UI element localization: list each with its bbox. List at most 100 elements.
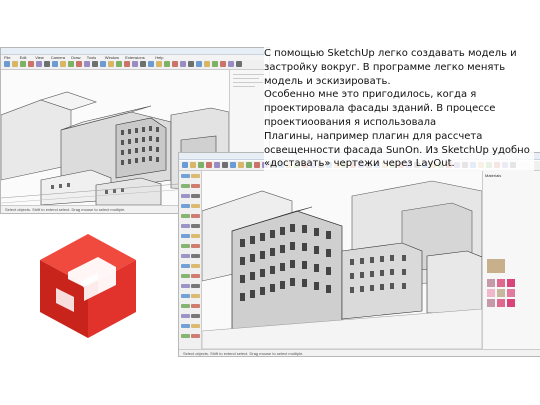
material-swatch[interactable] [497,299,505,307]
toolbar-tool-icon[interactable] [204,61,210,67]
toolbar-tool-icon[interactable] [116,61,122,67]
tray-panel-lines [233,78,259,79]
vertical-tool-icon[interactable] [191,204,200,208]
toolbar-tool-icon[interactable] [52,61,58,67]
toolbar-tool-icon[interactable] [156,61,162,67]
status-text: Select objects. Shift to extend select. … [183,351,304,356]
toolbar-tool-icon[interactable] [206,162,212,168]
toolbar-tool-icon[interactable] [254,162,260,168]
vertical-tool-icon[interactable] [191,334,200,338]
vertical-tool-icon[interactable] [191,194,200,198]
vertical-tool-icon[interactable] [191,184,200,188]
toolbar-tool-icon[interactable] [220,61,226,67]
vertical-tool-icon[interactable] [181,324,190,328]
tray-panel-lines [233,82,263,83]
model-viewport[interactable] [202,171,482,349]
vertical-tool-icon[interactable] [191,304,200,308]
toolbar-tool-icon[interactable] [238,162,244,168]
material-swatch[interactable] [487,289,495,297]
vertical-tool-icon[interactable] [191,174,200,178]
material-preview [487,259,505,273]
vertical-tool-icon[interactable] [191,214,200,218]
paragraph-plugins: Плагины, например плагин для рассчета ос… [264,130,530,170]
toolbar-tool-icon[interactable] [140,61,146,67]
toolbar-tool-icon[interactable] [124,61,130,67]
vertical-tool-icon[interactable] [181,254,190,258]
toolbar-tool-icon[interactable] [196,61,202,67]
toolbar-tool-icon[interactable] [148,61,154,67]
toolbar-tool-icon[interactable] [236,61,242,67]
tray-panel-lines [233,74,267,75]
vertical-tool-icon[interactable] [191,264,200,268]
vertical-tool-icon[interactable] [181,234,190,238]
vertical-tool-icon[interactable] [181,294,190,298]
description-text: С помощью SketchUp легко создавать модел… [264,47,534,172]
tray-title: Materials [485,173,502,178]
toolbar-tool-icon[interactable] [230,162,236,168]
toolbar-tool-icon[interactable] [172,61,178,67]
vertical-tool-icon[interactable] [191,234,200,238]
vertical-tool-icon[interactable] [181,334,190,338]
toolbar-tool-icon[interactable] [132,61,138,67]
vertical-tool-icon[interactable] [191,314,200,318]
material-swatch[interactable] [507,279,515,287]
toolbar-tool-icon[interactable] [84,61,90,67]
vertical-tool-icon[interactable] [181,274,190,278]
toolbar-tool-icon[interactable] [28,61,34,67]
toolbar-tool-icon[interactable] [60,61,66,67]
toolbar-tool-icon[interactable] [76,61,82,67]
toolbar-tool-icon[interactable] [190,162,196,168]
vertical-tool-icon[interactable] [191,294,200,298]
material-swatch[interactable] [507,299,515,307]
toolbar-tool-icon[interactable] [228,61,234,67]
toolbar-tool-icon[interactable] [246,162,252,168]
vertical-tool-icon[interactable] [181,304,190,308]
material-swatch[interactable] [487,279,495,287]
vertical-tool-icon[interactable] [181,184,190,188]
toolbar [1,60,269,70]
vertical-tool-icon[interactable] [191,244,200,248]
toolbar-tool-icon[interactable] [4,61,10,67]
material-swatch[interactable] [507,289,515,297]
toolbar-tool-icon[interactable] [214,162,220,168]
toolbar-tool-icon[interactable] [20,61,26,67]
vertical-tool-icon[interactable] [181,174,190,178]
status-text: Select objects. Shift to extend select. … [5,207,126,212]
toolbar-tool-icon[interactable] [212,61,218,67]
toolbar-tool-icon[interactable] [44,61,50,67]
vertical-tool-icon[interactable] [181,314,190,318]
toolbar-tool-icon[interactable] [92,61,98,67]
vertical-tool-icon[interactable] [181,204,190,208]
vertical-tool-icon[interactable] [181,194,190,198]
vertical-tool-icon[interactable] [191,254,200,258]
toolbar-tool-icon[interactable] [36,61,42,67]
vertical-tool-icon[interactable] [191,324,200,328]
vertical-tool-icon[interactable] [191,224,200,228]
paragraph-facades: Особенно мне это пригодилось, когда я пр… [264,89,496,128]
toolbar-tool-icon[interactable] [164,61,170,67]
material-swatch[interactable] [497,279,505,287]
vertical-tool-icon[interactable] [191,284,200,288]
tray-panel-lines [233,86,255,87]
toolbar-tool-icon[interactable] [188,61,194,67]
toolbar-tool-icon[interactable] [12,61,18,67]
vertical-tool-icon[interactable] [181,224,190,228]
material-swatch[interactable] [487,299,495,307]
paragraph-intro: С помощью SketchUp легко создавать модел… [264,48,517,87]
material-swatch[interactable] [497,289,505,297]
vertical-tool-icon[interactable] [181,214,190,218]
vertical-tool-icon[interactable] [191,274,200,278]
toolbar-tool-icon[interactable] [222,162,228,168]
vertical-tool-icon[interactable] [181,244,190,248]
toolbar-tool-icon[interactable] [198,162,204,168]
vertical-tool-icon[interactable] [181,264,190,268]
toolbar-tool-icon[interactable] [108,61,114,67]
toolbar-tool-icon[interactable] [180,61,186,67]
materials-tray: Materials [482,171,540,349]
toolbar-tool-icon[interactable] [182,162,188,168]
toolbar-tool-icon[interactable] [100,61,106,67]
vertical-tool-icon[interactable] [181,284,190,288]
sketchup-window-bottom: Materials Select objects. Shift to exten… [178,152,540,357]
toolbar-tool-icon[interactable] [68,61,74,67]
status-bar: Select objects. Shift to extend select. … [179,349,540,356]
